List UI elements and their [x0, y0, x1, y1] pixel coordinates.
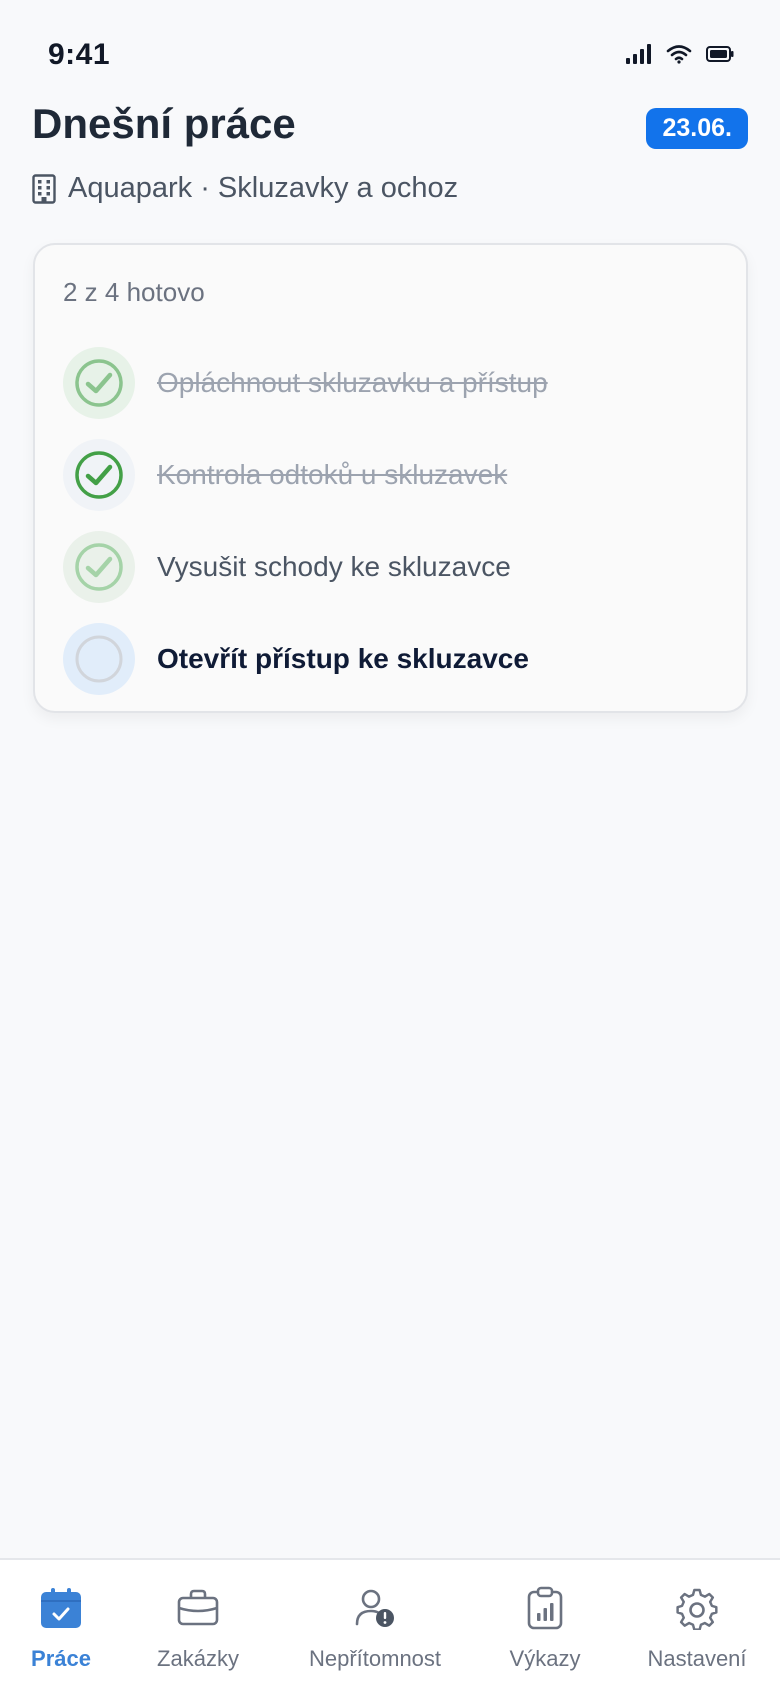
user-alert-icon	[353, 1586, 397, 1630]
status-bar: 9:41	[0, 0, 780, 110]
task-label: Kontrola odtoků u skluzavek	[157, 459, 508, 490]
location-row: Aquapark · Skluzavky a ochoz	[32, 172, 458, 205]
status-icons	[626, 44, 734, 64]
task-label: Opláchnout skluzavku a přístup	[157, 367, 548, 398]
clipboard-chart-icon	[523, 1586, 567, 1630]
nav-item-zakazky[interactable]: Zakázky	[146, 1560, 250, 1688]
check-circle-icon	[75, 451, 123, 499]
task-item[interactable]: Kontrola odtoků u skluzavek	[63, 429, 726, 521]
task-label: Vysušit schody ke skluzavce	[157, 551, 511, 582]
task-card: 2 z 4 hotovo Opláchnout skluzavku a přís…	[33, 243, 748, 713]
task-checkbox[interactable]	[63, 531, 135, 603]
battery-icon	[706, 46, 734, 62]
signal-icon	[626, 44, 651, 64]
task-list: Opláchnout skluzavku a přístup Kontrola …	[63, 337, 726, 705]
calendar-check-icon	[39, 1586, 83, 1630]
task-checkbox[interactable]	[63, 347, 135, 419]
task-item[interactable]: Otevřít přístup ke skluzavce	[63, 613, 726, 705]
nav-item-nastaveni[interactable]: Nastavení	[640, 1560, 754, 1688]
task-item[interactable]: Opláchnout skluzavku a přístup	[63, 337, 726, 429]
check-circle-icon	[75, 359, 123, 407]
status-time: 9:41	[48, 38, 111, 71]
location-label: Aquapark · Skluzavky a ochoz	[68, 172, 459, 204]
briefcase-icon	[176, 1586, 220, 1630]
task-label: Otevřít přístup ke skluzavce	[157, 643, 529, 674]
wifi-icon	[666, 45, 692, 64]
nav-item-nepritomnost[interactable]: Nepřítomnost	[298, 1560, 452, 1688]
bottom-nav: Práce Zakázky Nepřítomnost Výkazy Nastav…	[0, 1558, 780, 1688]
progress-text: 2 z 4 hotovo	[63, 277, 205, 307]
nav-label: Nepřítomnost	[308, 1646, 442, 1671]
gear-icon	[675, 1586, 719, 1630]
task-checkbox[interactable]	[63, 623, 135, 695]
nav-label: Zakázky	[157, 1646, 239, 1671]
task-checkbox[interactable]	[63, 439, 135, 511]
nav-item-vykazy[interactable]: Výkazy	[495, 1560, 595, 1688]
nav-label: Výkazy	[509, 1646, 581, 1671]
date-badge[interactable]: 23.06.	[646, 108, 748, 149]
app-screen: 9:41 Dnešní práce 23.06. Aquapark · Sklu…	[0, 0, 780, 1688]
empty-circle-icon	[75, 635, 123, 683]
nav-label: Nastavení	[647, 1646, 747, 1671]
building-icon	[32, 173, 56, 204]
nav-item-prace[interactable]: Práce	[11, 1560, 111, 1688]
page-title: Dnešní práce	[32, 100, 296, 147]
task-item[interactable]: Vysušit schody ke skluzavce	[63, 521, 726, 613]
nav-label: Práce	[31, 1646, 91, 1671]
check-circle-icon	[75, 543, 123, 591]
